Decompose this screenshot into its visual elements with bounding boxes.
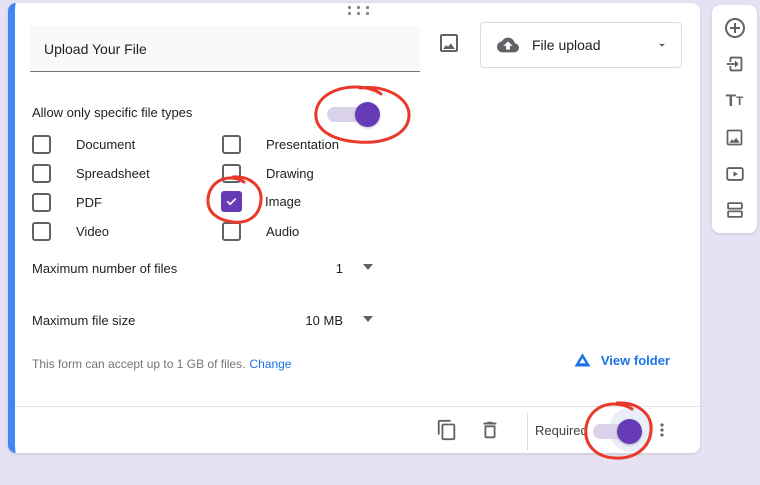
- add-video-button[interactable]: [723, 162, 747, 186]
- view-folder-button[interactable]: View folder: [573, 351, 670, 370]
- checkbox-box[interactable]: [222, 135, 241, 154]
- insert-toolbar: TT: [712, 5, 757, 233]
- checkbox-box[interactable]: [222, 164, 241, 183]
- checkbox-pdf[interactable]: PDF: [32, 193, 102, 212]
- specific-types-label: Allow only specific file types: [32, 105, 192, 120]
- kebab-menu-icon: [652, 420, 672, 440]
- trash-icon: [479, 419, 501, 441]
- checkbox-label: Audio: [266, 224, 299, 239]
- checkbox-image[interactable]: Image: [222, 192, 301, 211]
- checkbox-label: Image: [265, 194, 301, 209]
- checkbox-label: PDF: [76, 195, 102, 210]
- question-type-label: File upload: [532, 37, 655, 53]
- checkbox-box[interactable]: [32, 135, 51, 154]
- question-card: File upload Allow only specific file typ…: [8, 3, 700, 453]
- add-image-icon: [724, 127, 745, 148]
- import-questions-button[interactable]: [723, 52, 747, 76]
- checkbox-presentation[interactable]: Presentation: [222, 135, 339, 154]
- checkbox-box[interactable]: [32, 222, 51, 241]
- checkbox-video[interactable]: Video: [32, 222, 109, 241]
- checkbox-document[interactable]: Document: [32, 135, 135, 154]
- delete-button[interactable]: [477, 417, 503, 443]
- quota-note: This form can accept up to 1 GB of files…: [32, 357, 291, 371]
- max-files-label: Maximum number of files: [32, 261, 177, 276]
- add-image-toolbar-button[interactable]: [723, 125, 747, 149]
- toggle-thumb: [617, 419, 642, 444]
- add-section-icon: [724, 199, 746, 221]
- add-title-button[interactable]: TT: [723, 89, 747, 113]
- drag-handle-icon[interactable]: [348, 6, 372, 15]
- checkbox-drawing[interactable]: Drawing: [222, 164, 314, 183]
- footer-divider: [15, 406, 700, 407]
- checkbox-box[interactable]: [32, 164, 51, 183]
- checkbox-label: Presentation: [266, 137, 339, 152]
- max-files-caret-icon[interactable]: [363, 264, 373, 270]
- checkbox-spreadsheet[interactable]: Spreadsheet: [32, 164, 150, 183]
- checkbox-box-checked[interactable]: [221, 191, 242, 212]
- max-size-label: Maximum file size: [32, 313, 135, 328]
- max-size-caret-icon[interactable]: [363, 316, 373, 322]
- checkbox-label: Document: [76, 137, 135, 152]
- checkbox-box[interactable]: [32, 193, 51, 212]
- checkbox-label: Spreadsheet: [76, 166, 150, 181]
- toggle-thumb: [355, 102, 380, 127]
- add-image-button[interactable]: [436, 30, 462, 56]
- required-toggle[interactable]: [593, 417, 647, 442]
- add-section-button[interactable]: [723, 198, 747, 222]
- checkmark-icon: [225, 195, 238, 208]
- drive-icon: [573, 351, 592, 370]
- view-folder-label: View folder: [601, 353, 670, 368]
- checkbox-label: Video: [76, 224, 109, 239]
- question-title-input[interactable]: [30, 26, 420, 72]
- image-icon: [437, 31, 461, 55]
- add-title-icon: T: [726, 92, 736, 109]
- max-size-value[interactable]: 10 MB: [281, 313, 343, 328]
- max-files-value[interactable]: 1: [305, 261, 343, 276]
- duplicate-icon: [436, 419, 458, 441]
- add-question-icon: [723, 16, 747, 40]
- checkbox-audio[interactable]: Audio: [222, 222, 299, 241]
- checkbox-label: Drawing: [266, 166, 314, 181]
- duplicate-button[interactable]: [434, 417, 460, 443]
- add-video-icon: [724, 163, 746, 185]
- question-type-select[interactable]: File upload: [480, 22, 682, 68]
- footer-separator: [527, 413, 528, 450]
- add-question-button[interactable]: [723, 16, 747, 40]
- quota-text: This form can accept up to 1 GB of files…: [32, 357, 245, 371]
- required-label: Required: [535, 423, 588, 438]
- cloud-upload-icon: [497, 34, 519, 56]
- more-options-button[interactable]: [649, 417, 675, 443]
- checkbox-box[interactable]: [222, 222, 241, 241]
- change-link[interactable]: Change: [249, 357, 291, 371]
- caret-down-icon: [655, 38, 669, 52]
- specific-types-toggle[interactable]: [327, 102, 381, 127]
- import-questions-icon: [724, 53, 746, 75]
